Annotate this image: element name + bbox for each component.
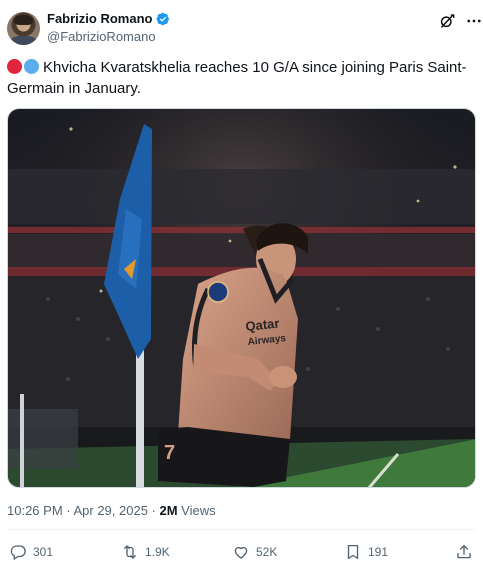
share-icon — [457, 544, 471, 559]
meta-separator: · — [147, 503, 160, 518]
tweet-body: Khvicha Kvaratskhelia reaches 10 G/A sin… — [7, 59, 467, 97]
bookmark-count: 191 — [368, 545, 389, 559]
name-row: Fabrizio Romano — [47, 11, 170, 26]
reply-count: 301 — [33, 545, 54, 559]
avatar[interactable] — [7, 12, 40, 45]
jersey-number: 7 — [164, 442, 175, 464]
tweet-meta: 10:26 PM · Apr 29, 2025 · 2M Views — [7, 503, 216, 518]
reply-icon — [10, 545, 26, 560]
tweet-timestamp[interactable]: 10:26 PM · Apr 29, 2025 — [7, 503, 148, 518]
author-display-name[interactable]: Fabrizio Romano — [47, 11, 152, 26]
views-label: Views — [177, 503, 216, 518]
red-circle-emoji — [7, 59, 22, 74]
grok-icon[interactable] — [438, 12, 456, 30]
action-bar: 301 1.9K 52K 191 — [7, 540, 476, 564]
bookmark-icon — [347, 544, 359, 560]
blue-circle-emoji — [24, 59, 39, 74]
tweet-text: Khvicha Kvaratskhelia reaches 10 G/A sin… — [7, 57, 477, 99]
divider — [7, 529, 476, 530]
tweet-header: Fabrizio Romano @FabrizioRomano — [7, 9, 481, 49]
more-icon[interactable] — [465, 12, 483, 30]
repost-count: 1.9K — [145, 545, 170, 559]
repost-button[interactable]: 1.9K — [121, 540, 170, 564]
bookmark-button[interactable]: 191 — [344, 540, 388, 564]
repost-icon — [124, 545, 136, 559]
like-button[interactable]: 52K — [232, 540, 277, 564]
views-count[interactable]: 2M — [160, 503, 178, 518]
tweet-card: Fabrizio Romano @FabrizioRomano Khvicha … — [0, 0, 483, 567]
photo-image: Qatar Airways 7 — [8, 109, 475, 487]
like-icon — [234, 546, 248, 559]
like-count: 52K — [256, 545, 278, 559]
reply-button[interactable]: 301 — [9, 540, 53, 564]
verified-icon — [156, 12, 170, 25]
author-handle[interactable]: @FabrizioRomano — [47, 29, 156, 44]
share-button[interactable] — [455, 540, 473, 564]
tweet-photo[interactable]: Qatar Airways 7 — [7, 108, 476, 488]
